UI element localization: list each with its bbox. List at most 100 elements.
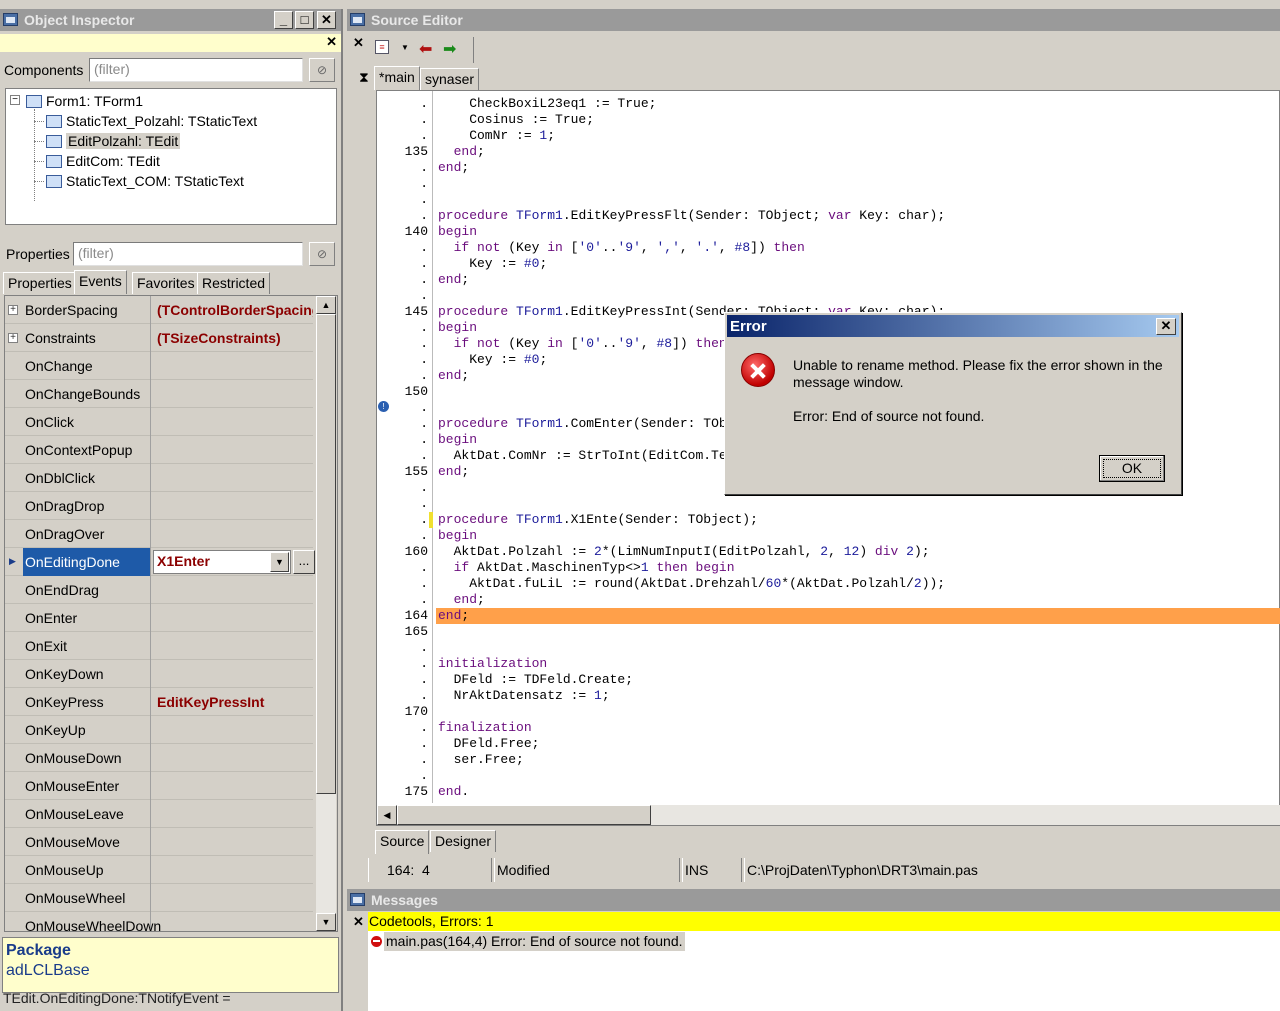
property-row[interactable]: OnDragDrop: [5, 492, 313, 520]
expand-icon[interactable]: +: [8, 333, 18, 343]
scroll-left-button[interactable]: ◀: [377, 805, 397, 825]
close-hint-icon[interactable]: ✕: [326, 34, 337, 50]
tree-item[interactable]: Form1: TForm1: [26, 91, 143, 111]
tab-events[interactable]: Events: [74, 270, 127, 294]
property-value[interactable]: [153, 464, 313, 492]
code-line[interactable]: ser.Free;: [438, 752, 524, 768]
hscroll-thumb[interactable]: [397, 805, 651, 825]
property-row[interactable]: OnChange: [5, 352, 313, 380]
code-line[interactable]: if not (Key in ['0'..'9', #8]) then: [438, 336, 727, 352]
tab-properties[interactable]: Properties: [3, 272, 77, 294]
property-value[interactable]: [153, 380, 313, 408]
property-row[interactable]: OnMouseUp: [5, 856, 313, 884]
code-line[interactable]: end;: [438, 272, 469, 288]
ok-button[interactable]: OK: [1099, 455, 1165, 482]
code-line[interactable]: begin: [438, 224, 477, 240]
tab-designer[interactable]: Designer: [430, 830, 497, 852]
property-row[interactable]: OnMouseEnter: [5, 772, 313, 800]
property-row[interactable]: OnKeyUp: [5, 716, 313, 744]
property-value[interactable]: [153, 604, 313, 632]
ellipsis-button[interactable]: ...: [293, 550, 315, 574]
property-value[interactable]: [153, 884, 313, 912]
tree-item[interactable]: EditCom: TEdit: [46, 151, 160, 171]
code-line[interactable]: end;: [438, 464, 469, 480]
dialog-close-button[interactable]: ✕: [1156, 318, 1176, 335]
code-line[interactable]: Key := #0;: [438, 256, 547, 272]
tab-synaser[interactable]: synaser: [420, 68, 480, 90]
code-line[interactable]: finalization: [438, 720, 532, 736]
scroll-down-button[interactable]: ▼: [316, 913, 336, 931]
dropdown-arrow-icon[interactable]: ▼: [401, 43, 409, 52]
property-value[interactable]: [153, 576, 313, 604]
component-tree[interactable]: Form1: TForm1 − StaticText_Polzahl: TStati…: [5, 88, 337, 225]
code-line[interactable]: end;: [438, 592, 485, 608]
property-value[interactable]: [153, 492, 313, 520]
jump-back-icon[interactable]: ⬅: [419, 39, 432, 59]
code-line[interactable]: CheckBoxiL23eq1 := True;: [438, 96, 656, 112]
tree-item[interactable]: StaticText_COM: TStaticText: [46, 171, 244, 191]
property-value[interactable]: [153, 856, 313, 884]
property-row[interactable]: OnKeyPress EditKeyPressInt: [5, 688, 313, 716]
messages-titlebar[interactable]: Messages: [347, 889, 1280, 911]
code-line[interactable]: DFeld.Free;: [438, 736, 540, 752]
tree-item[interactable]: EditPolzahl: TEdit: [46, 131, 181, 151]
property-value[interactable]: [153, 408, 313, 436]
expand-icon[interactable]: +: [8, 305, 18, 315]
code-line[interactable]: AktDat.Polzahl := 2*(LimNumInputI(EditPo…: [438, 544, 930, 560]
code-line[interactable]: AktDat.ComNr := StrToInt(EditCom.Text);: [438, 448, 758, 464]
properties-filter-input[interactable]: (filter): [73, 242, 303, 266]
property-row[interactable]: OnMouseWheel: [5, 884, 313, 912]
property-row[interactable]: OnMouseMove: [5, 828, 313, 856]
property-value[interactable]: (TControlBorderSpacing): [153, 296, 313, 324]
property-row[interactable]: OnMouseDown: [5, 744, 313, 772]
code-line[interactable]: end;: [438, 144, 485, 160]
code-line[interactable]: DFeld := TDFeld.Create;: [438, 672, 633, 688]
property-row[interactable]: OnClick: [5, 408, 313, 436]
scroll-thumb[interactable]: [316, 314, 336, 794]
property-value[interactable]: [153, 800, 313, 828]
property-row[interactable]: OnEndDrag: [5, 576, 313, 604]
message-item[interactable]: main.pas(164,4) Error: End of source not…: [384, 932, 685, 951]
code-line[interactable]: Key := #0;: [438, 352, 547, 368]
code-line[interactable]: begin: [438, 432, 477, 448]
close-panel-icon[interactable]: ✕: [353, 35, 364, 51]
close-panel-icon[interactable]: ✕: [353, 914, 364, 930]
property-value[interactable]: (TSizeConstraints): [153, 324, 313, 352]
tree-item[interactable]: StaticText_Polzahl: TStaticText: [46, 111, 257, 131]
object-inspector-titlebar[interactable]: Object Inspector _ □ ✕: [0, 9, 341, 31]
code-line[interactable]: ComNr := 1;: [438, 128, 555, 144]
property-value[interactable]: [153, 716, 313, 744]
menu-icon[interactable]: ≡: [375, 40, 389, 54]
property-value[interactable]: [153, 520, 313, 548]
event-handler-combo[interactable]: X1Enter ▼: [153, 550, 291, 574]
source-editor-titlebar[interactable]: Source Editor: [347, 9, 1280, 31]
code-line[interactable]: AktDat.fuLiL := round(AktDat.Drehzahl/60…: [438, 576, 945, 592]
property-row[interactable]: OnDragOver: [5, 520, 313, 548]
code-line[interactable]: Cosinus := True;: [438, 112, 594, 128]
maximize-button[interactable]: □: [295, 11, 314, 29]
property-value[interactable]: [153, 436, 313, 464]
property-value[interactable]: [153, 912, 313, 931]
property-value[interactable]: [153, 632, 313, 660]
property-row[interactable]: + Constraints (TSizeConstraints): [5, 324, 313, 352]
minimize-button[interactable]: _: [274, 11, 293, 29]
editor-hscrollbar[interactable]: ◀: [377, 805, 1280, 825]
properties-filter-clear-button[interactable]: ⊘: [309, 242, 335, 266]
property-value[interactable]: EditKeyPressInt: [153, 688, 313, 716]
dropdown-arrow-icon[interactable]: ▼: [270, 552, 289, 572]
code-line[interactable]: begin: [438, 528, 477, 544]
code-line[interactable]: begin: [438, 320, 477, 336]
code-line[interactable]: end;: [438, 608, 469, 624]
property-row[interactable]: ▶ OnEditingDone X1Enter ▼...: [5, 548, 315, 576]
tab-restricted[interactable]: Restricted: [197, 272, 271, 294]
property-row[interactable]: OnEnter: [5, 604, 313, 632]
property-row[interactable]: OnKeyDown: [5, 660, 313, 688]
code-line[interactable]: if not (Key in ['0'..'9', ',', '.', #8])…: [438, 240, 805, 256]
components-filter-clear-button[interactable]: ⊘: [309, 58, 335, 82]
scroll-up-button[interactable]: ▲: [316, 296, 336, 314]
property-row[interactable]: + BorderSpacing (TControlBorderSpacing): [5, 296, 313, 324]
property-value[interactable]: [153, 352, 313, 380]
code-line[interactable]: procedure TForm1.EditKeyPressFlt(Sender:…: [438, 208, 945, 224]
jump-forward-icon[interactable]: ➡: [443, 39, 456, 59]
code-line[interactable]: if AktDat.MaschinenTyp<>1 then begin: [438, 560, 735, 576]
